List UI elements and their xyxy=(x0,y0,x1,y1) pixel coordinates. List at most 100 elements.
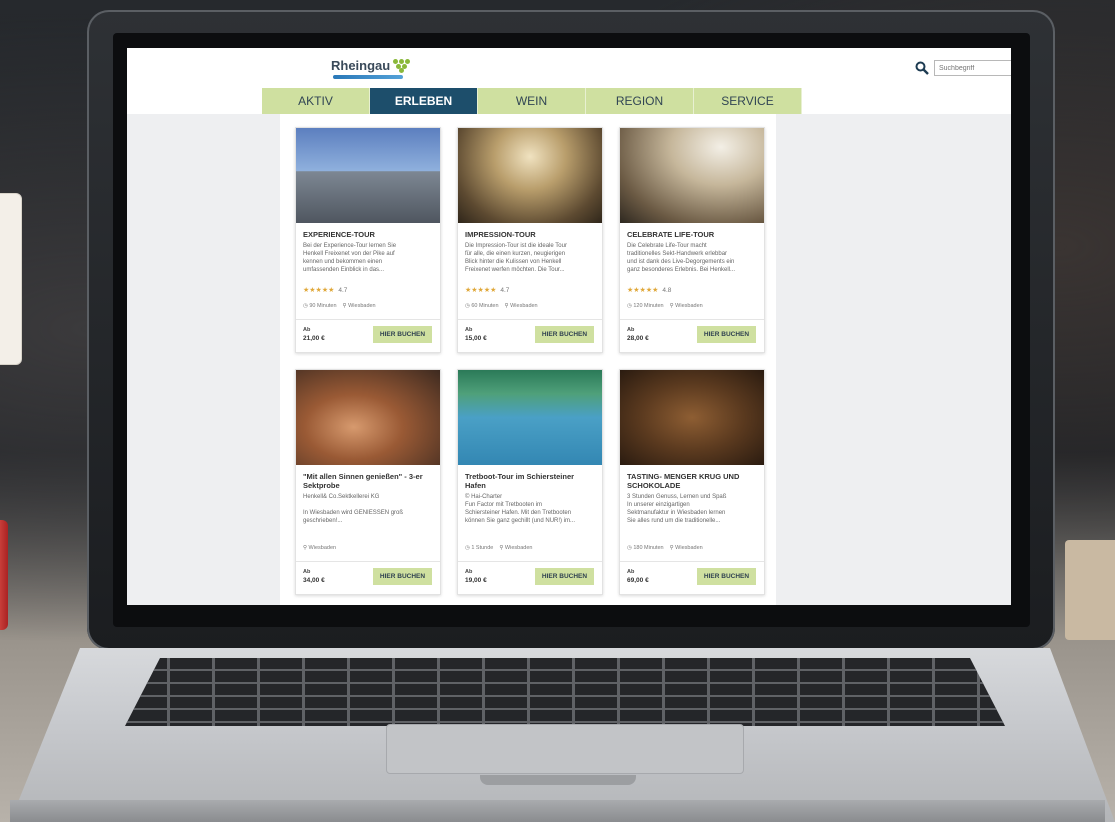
rating-value: 4.7 xyxy=(500,287,510,294)
tour-image[interactable] xyxy=(620,128,764,223)
book-button[interactable]: HIER BUCHEN xyxy=(697,568,756,585)
duration: ◷ 120 Minuten xyxy=(627,303,664,309)
rating-stars: ★★★★★ xyxy=(303,287,335,294)
tour-image[interactable] xyxy=(296,128,440,223)
price: 21,00 € xyxy=(303,335,325,342)
lid-notch xyxy=(480,775,636,785)
tour-image[interactable] xyxy=(458,370,602,465)
rating: ★★★★★ 4.7 xyxy=(303,286,347,294)
price-label: Ab xyxy=(627,569,635,575)
tour-description: Bei der Experience-Tour lernen Sie Henkel… xyxy=(303,242,433,274)
tour-title[interactable]: Tretboot-Tour im Schiersteiner Hafen xyxy=(465,472,595,490)
description-line: Bei der Experience-Tour lernen Sie xyxy=(303,243,397,249)
nav-item-service[interactable]: SERVICE xyxy=(694,88,802,114)
description-line: ganz besonderes Erlebnis. Bei Henkell... xyxy=(627,267,736,273)
rating-stars: ★★★★★ xyxy=(627,287,659,294)
rating: ★★★★★ 4.7 xyxy=(465,286,509,294)
tour-meta: ◷ 60 Minuten ⚲ Wiesbaden xyxy=(465,303,538,309)
location: ⚲ Wiesbaden xyxy=(669,303,703,309)
tour-description: 3 Stunden Genuss, Lernen und Spaß In unse… xyxy=(627,493,757,525)
tour-meta: ◷ 120 Minuten ⚲ Wiesbaden xyxy=(627,303,703,309)
description-line: kennen und bekommen einen xyxy=(303,259,383,265)
tour-title[interactable]: "Mit allen Sinnen genießen" - 3-er Sektp… xyxy=(303,472,433,490)
tour-meta: ◷ 90 Minuten ⚲ Wiesbaden xyxy=(303,303,376,309)
rating: ★★★★★ 4.8 xyxy=(627,286,671,294)
duration: ◷ 60 Minuten xyxy=(465,303,499,309)
search-bar xyxy=(915,60,1011,76)
logo-text: Rheingau xyxy=(331,58,391,73)
nav-item-wein[interactable]: WEIN xyxy=(478,88,586,114)
description-line: © Hai-Charter xyxy=(465,494,503,500)
tour-card[interactable]: IMPRESSION-TOUR Die Impression-Tour ist d… xyxy=(457,127,603,353)
description-line: traditionelles Sekt-Handwerk erlebbar xyxy=(627,251,728,257)
tour-image[interactable] xyxy=(458,128,602,223)
description-line: In unserer einzigartigen xyxy=(627,502,690,508)
description-line: können Sie ganz gechillt (und NUR!) im..… xyxy=(465,518,576,524)
tour-card[interactable]: Tretboot-Tour im Schiersteiner Hafen © Ha… xyxy=(457,369,603,595)
tour-meta: ◷ 1 Stunde ⚲ Wiesbaden xyxy=(465,545,532,551)
tour-title[interactable]: IMPRESSION-TOUR xyxy=(465,230,595,239)
tour-card[interactable]: EXPERIENCE-TOUR Bei der Experience-Tour l… xyxy=(295,127,441,353)
location: ⚲ Wiesbaden xyxy=(303,545,337,551)
description-line: umfassenden Einblick in das... xyxy=(303,267,385,273)
nav-item-region[interactable]: REGION xyxy=(586,88,694,114)
tour-meta: ◷ 180 Minuten ⚲ Wiesbaden xyxy=(627,545,703,551)
price-label: Ab xyxy=(465,327,473,333)
book-button[interactable]: HIER BUCHEN xyxy=(697,326,756,343)
price-label: Ab xyxy=(303,569,311,575)
description-line: Henkell Freixenet von der Pike auf xyxy=(303,251,395,257)
price-label: Ab xyxy=(303,327,311,333)
tour-card[interactable]: TASTING- MENGER KRUG UND SCHOKOLADE 3 Stu… xyxy=(619,369,765,595)
price: 19,00 € xyxy=(465,577,487,584)
description-line: und ist dank des Live-Degorgements ein xyxy=(627,259,735,265)
tour-meta: ⚲ Wiesbaden xyxy=(303,545,336,551)
tour-card[interactable]: "Mit allen Sinnen genießen" - 3-er Sektp… xyxy=(295,369,441,595)
tour-title[interactable]: CELEBRATE LIFE-TOUR xyxy=(627,230,757,239)
rating-value: 4.7 xyxy=(338,287,348,294)
tour-description: Die Celebrate Life-Tour macht traditionel… xyxy=(627,242,757,274)
site-header: Rheingau AKTIV ERLEBEN WEIN REGION SERVI… xyxy=(127,48,1011,114)
book-button[interactable]: HIER BUCHEN xyxy=(373,326,432,343)
duration: ◷ 180 Minuten xyxy=(627,545,664,551)
nav-item-erleben[interactable]: ERLEBEN xyxy=(370,88,478,114)
description-line: Schiersteiner Hafen. Mit den Tretbooten xyxy=(465,510,572,516)
book-button[interactable]: HIER BUCHEN xyxy=(535,326,594,343)
tour-title[interactable]: TASTING- MENGER KRUG UND SCHOKOLADE xyxy=(627,472,757,490)
description-line: geschrieben!... xyxy=(303,518,343,524)
nav-item-aktiv[interactable]: AKTIV xyxy=(262,88,370,114)
description-line: Die Impression-Tour ist die ideale Tour xyxy=(465,243,567,249)
tour-title[interactable]: EXPERIENCE-TOUR xyxy=(303,230,433,239)
main-nav: AKTIV ERLEBEN WEIN REGION SERVICE xyxy=(262,88,802,114)
logo-wave xyxy=(333,75,403,79)
divider xyxy=(458,319,602,320)
book-button[interactable]: HIER BUCHEN xyxy=(535,568,594,585)
laptop-front-edge xyxy=(10,800,1105,822)
search-input[interactable] xyxy=(934,60,1011,76)
divider xyxy=(296,319,440,320)
location: ⚲ Wiesbaden xyxy=(342,303,376,309)
duration: ◷ 1 Stunde xyxy=(465,545,494,551)
description-line: In Wiesbaden wird GENIESSEN groß xyxy=(303,510,404,516)
description-line: für alle, die einen kurzen, neugierigen xyxy=(465,251,566,257)
description-line: Freixenet werfen möchten. Die Tour... xyxy=(465,267,565,273)
book-button[interactable]: HIER BUCHEN xyxy=(373,568,432,585)
tour-image[interactable] xyxy=(296,370,440,465)
description-line: Sektmanufaktur in Wiesbaden lernen xyxy=(627,510,726,516)
divider xyxy=(296,561,440,562)
tour-description: Die Impression-Tour ist die ideale Tour f… xyxy=(465,242,595,274)
price-label: Ab xyxy=(627,327,635,333)
description-line: Fun Factor mit Tretbooten im xyxy=(465,502,543,508)
price: 69,00 € xyxy=(627,577,649,584)
tour-description: Henkell& Co.Sektkellerei KG In Wiesbaden … xyxy=(303,493,433,525)
tour-card[interactable]: CELEBRATE LIFE-TOUR Die Celebrate Life-To… xyxy=(619,127,765,353)
background-cup xyxy=(0,520,8,630)
description-line xyxy=(303,501,433,509)
tour-image[interactable] xyxy=(620,370,764,465)
grape-icon xyxy=(393,58,411,73)
keyboard-rows xyxy=(125,658,1005,726)
search-icon[interactable] xyxy=(915,61,929,75)
location: ⚲ Wiesbaden xyxy=(504,303,538,309)
price: 15,00 € xyxy=(465,335,487,342)
site-logo[interactable]: Rheingau xyxy=(331,58,411,73)
description-line: Die Celebrate Life-Tour macht xyxy=(627,243,707,249)
